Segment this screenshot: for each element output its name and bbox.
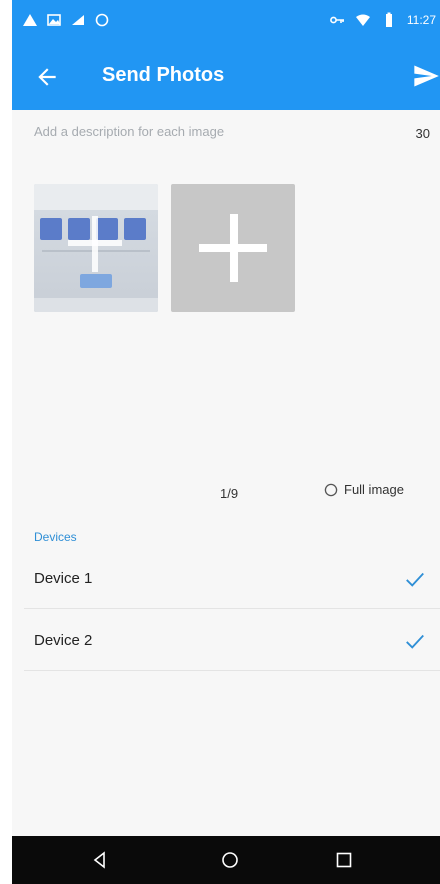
nav-back-icon[interactable] bbox=[90, 850, 110, 870]
radio-unchecked-icon bbox=[324, 483, 338, 496]
thumbnail-header bbox=[34, 184, 158, 210]
photo-count: 1/9 bbox=[220, 486, 239, 501]
status-time: 11:27 bbox=[406, 13, 436, 27]
photo-thumbnail[interactable] bbox=[34, 184, 158, 312]
wifi-icon bbox=[355, 14, 370, 26]
arrow-back-icon[interactable] bbox=[34, 64, 60, 90]
thumbnail-tile bbox=[68, 218, 90, 240]
thumbnail-tile bbox=[96, 218, 118, 240]
image-icon bbox=[47, 14, 61, 26]
circle-icon bbox=[95, 13, 109, 27]
vpn-key-icon bbox=[329, 16, 344, 24]
check-icon bbox=[406, 572, 424, 587]
status-right-icons: 11:27 bbox=[329, 12, 436, 28]
full-image-toggle[interactable]: Full image bbox=[324, 482, 404, 497]
system-nav-bar bbox=[12, 836, 440, 884]
page-title: Send Photos bbox=[102, 64, 225, 86]
device-row-1[interactable]: Device 1 bbox=[24, 552, 440, 609]
check-icon bbox=[406, 634, 424, 649]
device-row-2[interactable]: Device 2 bbox=[24, 614, 440, 671]
thumbnail-tile bbox=[124, 218, 146, 240]
send-icon[interactable] bbox=[412, 62, 440, 90]
full-image-label: Full image bbox=[344, 482, 404, 497]
app-frame: 11:27 Send Photos 30 1/9 bbox=[12, 0, 440, 884]
devices-header: Devices bbox=[34, 530, 77, 544]
thumbnail-tile bbox=[40, 218, 62, 240]
thumbnail-footer bbox=[34, 298, 158, 312]
app-bar: Send Photos bbox=[12, 44, 440, 110]
thumbnail-button bbox=[80, 274, 112, 288]
signal-check-icon bbox=[72, 15, 84, 25]
description-row: 30 bbox=[12, 118, 440, 152]
plus-icon bbox=[199, 244, 267, 252]
device-name: Device 1 bbox=[34, 570, 93, 587]
nav-recents-icon[interactable] bbox=[334, 850, 354, 870]
description-input[interactable] bbox=[34, 124, 364, 139]
battery-icon bbox=[385, 12, 392, 27]
char-count: 30 bbox=[415, 126, 430, 141]
nav-home-icon[interactable] bbox=[220, 850, 240, 870]
photo-plus-icon bbox=[68, 240, 122, 246]
status-left-icons bbox=[22, 12, 110, 28]
warning-icon bbox=[23, 14, 37, 26]
status-bar: 11:27 bbox=[12, 0, 440, 44]
device-name: Device 2 bbox=[34, 632, 93, 649]
add-photo-button[interactable] bbox=[171, 184, 295, 312]
